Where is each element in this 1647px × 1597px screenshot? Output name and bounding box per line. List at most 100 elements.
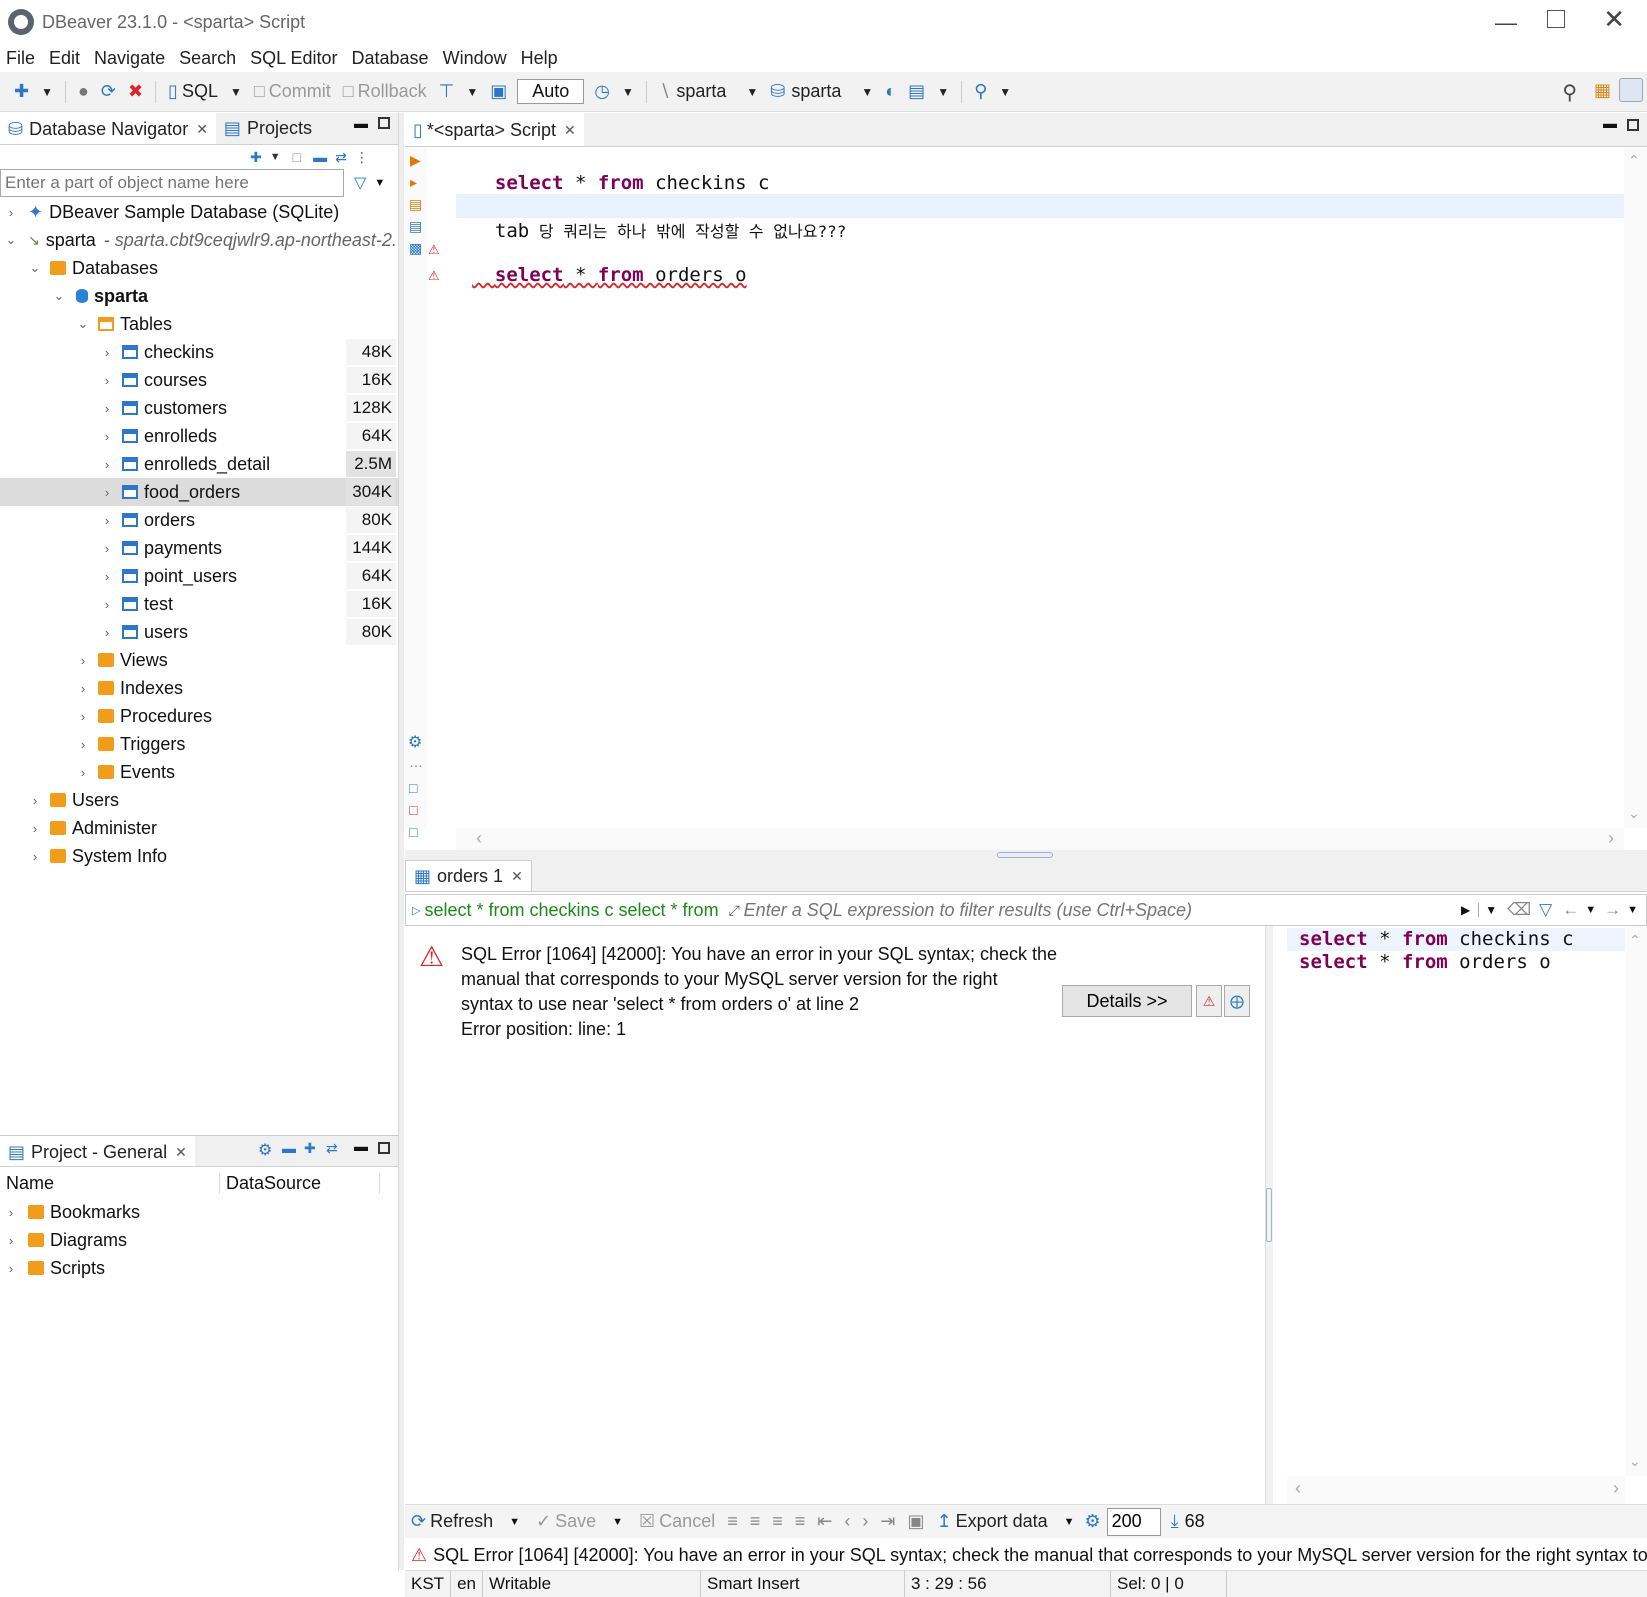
close-tab-icon[interactable]: ✕ (511, 868, 523, 885)
chevron-right-icon[interactable]: › (76, 737, 90, 752)
add-row-icon[interactable]: ≡ (750, 1511, 761, 1532)
chevron-right-icon[interactable]: › (100, 569, 114, 584)
tree-node-table[interactable]: › users 80K (0, 618, 398, 646)
tree-node-databases[interactable]: ⌄ Databases (0, 254, 398, 282)
menu-file[interactable]: File (6, 48, 35, 69)
menu-search[interactable]: Search (179, 48, 236, 69)
dropdown-arrow-icon[interactable]: ▼ (1064, 1516, 1075, 1528)
fetch-size-input[interactable] (1106, 1507, 1161, 1536)
project-item-bookmarks[interactable]: › Bookmarks (0, 1198, 398, 1226)
dropdown-arrow-icon[interactable]: ▼ (230, 85, 242, 99)
chevron-right-icon[interactable]: › (4, 1205, 18, 1220)
menu-navigate[interactable]: Navigate (94, 48, 165, 69)
chevron-right-icon[interactable]: › (100, 401, 114, 416)
dropdown-arrow-icon[interactable]: ▼ (612, 1516, 623, 1528)
active-datasource-selector[interactable]: ∖ sparta (659, 81, 727, 102)
chevron-right-icon[interactable]: › (100, 597, 114, 612)
tree-node-procedures[interactable]: › Procedures (0, 702, 398, 730)
tree-node-sample-db[interactable]: › ✦ DBeaver Sample Database (SQLite) (0, 198, 398, 226)
close-tab-icon[interactable]: ✕ (196, 121, 208, 138)
chevron-right-icon[interactable]: › (28, 849, 42, 864)
previous-page-icon[interactable]: ‹ (844, 1511, 850, 1532)
forward-icon[interactable]: → (1604, 900, 1621, 920)
tree-node-table[interactable]: › payments 144K (0, 534, 398, 562)
dropdown-arrow-icon[interactable]: ▼ (1627, 904, 1638, 916)
dropdown-arrow-icon[interactable]: ▼ (1585, 904, 1596, 916)
tree-node-table[interactable]: › test 16K (0, 590, 398, 618)
export-data-button[interactable]: ↥ Export data (936, 1511, 1047, 1532)
chevron-right-icon[interactable]: › (100, 485, 114, 500)
execute-script-icon[interactable]: ▤ (409, 196, 422, 213)
chevron-right-icon[interactable]: › (4, 1261, 18, 1276)
tree-node-administer[interactable]: › Administer (0, 814, 398, 842)
tree-node-table[interactable]: › customers 128K (0, 394, 398, 422)
save-button[interactable]: ✓ Save (536, 1511, 596, 1532)
tab-orders-1[interactable]: ▦ orders 1 ✕ (405, 860, 532, 891)
settings-gear-icon[interactable]: ⚙ (408, 732, 422, 752)
tree-node-views[interactable]: › Views (0, 646, 398, 674)
dropdown-arrow-icon[interactable]: ▼ (861, 85, 873, 99)
dashboard-icon[interactable]: ◐ (885, 81, 896, 102)
project-item-scripts[interactable]: › Scripts (0, 1254, 398, 1282)
collapse-all-icon[interactable]: ▬ (313, 149, 327, 165)
chevron-right-icon[interactable]: › (28, 821, 42, 836)
dropdown-arrow-icon[interactable]: ▼ (622, 85, 634, 99)
splitter-handle[interactable] (1266, 1188, 1272, 1242)
navigator-filter-input[interactable] (0, 169, 344, 197)
menu-sql-editor[interactable]: SQL Editor (250, 48, 337, 69)
scroll-left-icon[interactable]: ‹ (476, 828, 482, 849)
tree-node-table[interactable]: › orders 80K (0, 506, 398, 534)
tree-node-sparta-connection[interactable]: ⌄ ↘ sparta - sparta.cbt9ceqjwlr9.ap-nort… (0, 226, 398, 254)
error-marker-icon[interactable]: ⚠ (428, 268, 440, 284)
expand-icon[interactable]: ✚ (304, 1140, 316, 1157)
chevron-right-icon[interactable]: › (76, 765, 90, 780)
scroll-right-icon[interactable]: › (1613, 1478, 1619, 1499)
active-schema-selector[interactable]: ⛁ sparta (770, 81, 841, 102)
help-icon[interactable]: ⨁ (1224, 985, 1250, 1017)
sql-button[interactable]: ▯ SQL (168, 81, 218, 102)
connect-icon[interactable]: ● (78, 81, 89, 102)
open-script-icon[interactable]: □ (409, 802, 417, 818)
back-icon[interactable]: ← (1562, 900, 1579, 920)
menu-database[interactable]: Database (352, 48, 429, 69)
chevron-right-icon[interactable]: › (100, 345, 114, 360)
project-item-diagrams[interactable]: › Diagrams (0, 1226, 398, 1254)
results-filter-input[interactable] (743, 899, 1453, 921)
more-icon[interactable]: … (409, 754, 423, 770)
transaction-mode-icon[interactable]: ⊤ (439, 81, 455, 102)
chevron-down-icon[interactable]: ⌄ (76, 316, 90, 332)
tab-database-navigator[interactable]: ⛁ Database Navigator ✕ (0, 113, 216, 144)
execute-new-tab-icon[interactable]: ▸ (410, 174, 417, 191)
perspective-icon[interactable]: ▦ (1594, 80, 1611, 101)
first-page-icon[interactable]: ⇤ (817, 1511, 832, 1532)
rollback-button[interactable]: □ Rollback (343, 81, 427, 102)
new-script-icon[interactable]: □ (409, 780, 417, 796)
minimize-panel-icon[interactable]: ▬ (354, 1138, 368, 1154)
disconnect-icon[interactable]: ✖ (128, 81, 143, 102)
settings-gear-icon[interactable]: ⚙ (1085, 1511, 1101, 1532)
link-editor-icon[interactable]: ⇄ (335, 149, 347, 166)
chevron-right-icon[interactable]: › (4, 205, 18, 220)
chevron-right-icon[interactable]: › (76, 681, 90, 696)
minimize-button[interactable]: — (1495, 10, 1517, 36)
tree-node-table[interactable]: › enrolleds_detail 2.5M (0, 450, 398, 478)
chevron-down-icon[interactable]: ⌄ (4, 232, 18, 248)
dropdown-arrow-icon[interactable]: ▼ (270, 151, 281, 163)
dropdown-arrow-icon[interactable]: ▼ (999, 85, 1011, 99)
close-tab-icon[interactable]: ✕ (564, 122, 576, 139)
close-button[interactable]: ✕ (1603, 4, 1625, 35)
cancel-button[interactable]: ☒ Cancel (639, 1511, 715, 1532)
query-preview[interactable]: select * from checkins c select * from (424, 900, 724, 921)
scroll-right-icon[interactable]: › (1608, 828, 1614, 849)
link-editor-icon[interactable]: ⇄ (326, 1140, 338, 1157)
last-page-icon[interactable]: ⇥ (880, 1511, 895, 1532)
chevron-right-icon[interactable]: › (100, 513, 114, 528)
filter-icon[interactable]: ▽ (1539, 900, 1552, 920)
editor-results-sash[interactable] (405, 850, 1647, 860)
menu-window[interactable]: Window (443, 48, 507, 69)
tree-node-table[interactable]: › food_orders 304K (0, 478, 398, 506)
tree-node-tables[interactable]: ⌄ Tables (0, 310, 398, 338)
tree-node-events[interactable]: › Events (0, 758, 398, 786)
new-connection-icon[interactable]: ✚ (250, 149, 262, 166)
scroll-up-icon[interactable]: ⌃ (1629, 932, 1641, 949)
